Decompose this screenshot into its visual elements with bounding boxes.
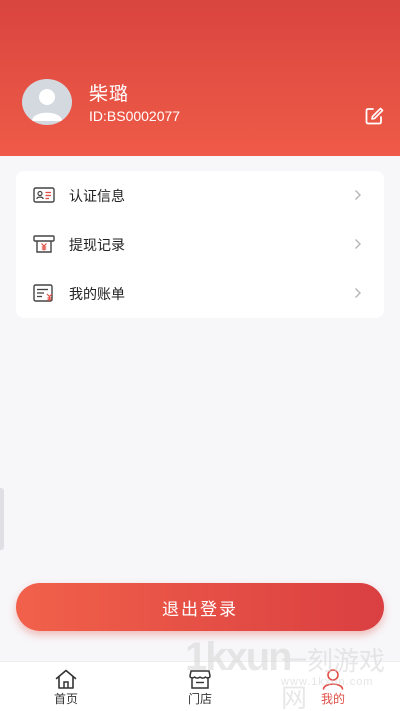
store-icon — [189, 670, 211, 689]
tab-store[interactable]: 门店 — [160, 662, 240, 711]
tab-label: 我的 — [320, 692, 345, 706]
withdraw-icon — [33, 235, 55, 253]
id-card-icon — [33, 187, 55, 203]
menu-item-withdraw-records[interactable]: 提现记录 — [16, 220, 384, 269]
chevron-right-icon — [355, 239, 361, 249]
user-icon — [322, 669, 344, 690]
user-id: ID:BS0002077 — [89, 108, 181, 124]
menu-card: 认证信息 提现记录 我的账单 — [16, 171, 384, 318]
menu-item-label: 我的账单 — [69, 287, 125, 303]
chevron-right-icon — [355, 288, 361, 298]
tab-mine[interactable]: 我的 — [293, 662, 373, 711]
tab-label: 门店 — [187, 692, 212, 706]
edit-icon[interactable] — [364, 106, 384, 126]
user-name: 柴璐 — [89, 83, 130, 105]
bill-icon — [33, 284, 53, 302]
bottom-tab-bar: 首页 门店 我的 — [0, 661, 400, 711]
logout-button[interactable]: 退出登录 — [16, 583, 384, 631]
menu-item-label: 提现记录 — [69, 238, 125, 254]
home-icon — [55, 669, 77, 689]
menu-item-label: 认证信息 — [69, 189, 125, 205]
tab-label: 首页 — [53, 692, 78, 706]
side-drawer-handle[interactable] — [0, 488, 4, 550]
chevron-right-icon — [355, 190, 361, 200]
menu-item-certification[interactable]: 认证信息 — [16, 171, 384, 220]
avatar[interactable] — [22, 79, 72, 125]
profile-header: 柴璐 ID:BS0002077 — [0, 0, 400, 156]
tab-home[interactable]: 首页 — [26, 662, 106, 711]
default-avatar-icon — [32, 89, 62, 121]
menu-item-my-bills[interactable]: 我的账单 — [16, 269, 384, 318]
